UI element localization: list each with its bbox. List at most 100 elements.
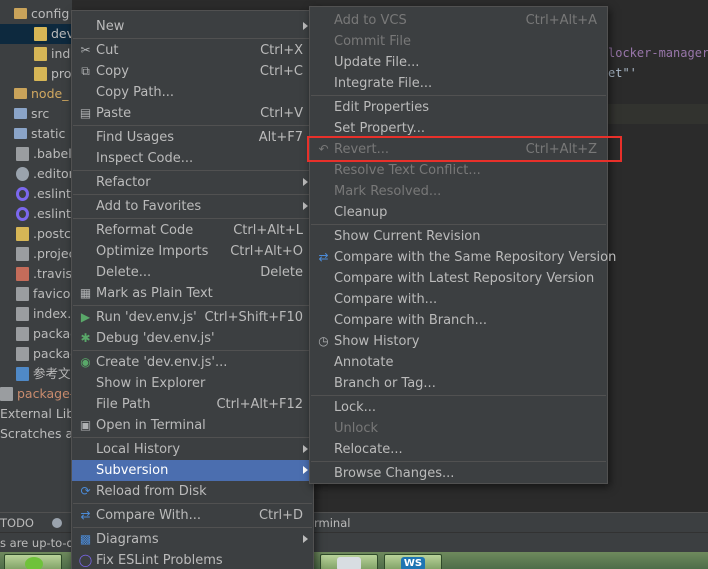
menu-item-cleanup[interactable]: Cleanup [310, 202, 607, 223]
menu-item-label: Paste [96, 106, 132, 121]
menu-item-mark-as-plain-text[interactable]: ▦ Mark as Plain Text [72, 283, 313, 304]
menu-separator [73, 503, 312, 504]
menu-item-shortcut: Ctrl+D [258, 508, 303, 523]
menu-item-refactor[interactable]: Refactor [72, 172, 313, 193]
tree-item-static[interactable]: static [0, 124, 65, 144]
menu-item-run-dev-env-js[interactable]: ▶ Run 'dev.env.js' Ctrl+Shift+F10 [72, 307, 313, 328]
menu-item-browse-changes[interactable]: Browse Changes... [310, 463, 607, 484]
menu-item-cut[interactable]: ✂ Cut Ctrl+X [72, 40, 313, 61]
menu-item-show-in-explorer[interactable]: Show in Explorer [72, 373, 313, 394]
tree-item-label: External Libr [0, 406, 72, 421]
menu-item-local-history[interactable]: Local History [72, 439, 313, 460]
tree-item-external-libr[interactable]: External Libr [0, 404, 72, 424]
tree-item-node[interactable]: node_ [0, 84, 68, 104]
menu-item-edit-properties[interactable]: Edit Properties [310, 97, 607, 118]
menu-item-open-in-terminal[interactable]: ▣ Open in Terminal [72, 415, 313, 436]
tree-item-ind[interactable]: ind [0, 44, 70, 64]
js-file-icon [34, 67, 47, 81]
todo-tab[interactable]: TODO [0, 513, 34, 533]
menu-item-compare-with[interactable]: ⇄ Compare With... Ctrl+D [72, 505, 313, 526]
menu-separator [311, 224, 606, 225]
menu-item-file-path[interactable]: File Path Ctrl+Alt+F12 [72, 394, 313, 415]
tree-item-travis[interactable]: .travis. [0, 264, 72, 284]
menu-item-inspect-code[interactable]: Inspect Code... [72, 148, 313, 169]
menu-item-branch-or-tag[interactable]: Branch or Tag... [310, 373, 607, 394]
tree-item-label: packag [33, 326, 72, 341]
tree-item-dev[interactable]: dev [0, 24, 72, 44]
folder-icon [14, 8, 27, 19]
menu-item-add-to-favorites[interactable]: Add to Favorites [72, 196, 313, 217]
tree-item-label: pro [51, 66, 72, 81]
menu-item-relocate[interactable]: Relocate... [310, 439, 607, 460]
menu-separator [73, 170, 312, 171]
menu-item-find-usages[interactable]: Find Usages Alt+F7 [72, 127, 313, 148]
tree-item-index-h[interactable]: index.h [0, 304, 72, 324]
menu-item-fix-eslint-problems[interactable]: ◯ Fix ESLint Problems [72, 550, 313, 569]
menu-item-update-file[interactable]: Update File... [310, 52, 607, 73]
menu-item-shortcut: Ctrl+Alt+F12 [216, 397, 303, 412]
tree-item-editor[interactable]: .editor [0, 164, 72, 184]
tree-item-src[interactable]: src [0, 104, 49, 124]
menu-item-create-dev-env-js[interactable]: ◉ Create 'dev.env.js'... [72, 352, 313, 373]
tree-item-babel[interactable]: .babel [0, 144, 72, 164]
tree-item-item[interactable]: 参考文 [0, 364, 71, 384]
menu-item-shortcut: Ctrl+Alt+L [233, 223, 303, 238]
menu-item-label: Revert... [334, 142, 389, 157]
tree-item-label: static [31, 126, 66, 141]
menu-item-label: Show Current Revision [334, 229, 481, 244]
app-face-icon [25, 557, 43, 569]
html-file-icon [16, 307, 29, 321]
menu-item-compare-with-branch[interactable]: Compare with Branch... [310, 310, 607, 331]
menu-item-lock[interactable]: Lock... [310, 397, 607, 418]
project-tree[interactable]: config dev ind pro node_ src static .babel .edit… [0, 0, 72, 512]
status-text: s are up-to-d [0, 536, 74, 550]
taskbar-app-button[interactable] [320, 554, 378, 569]
menu-item-subversion[interactable]: Subversion [72, 460, 313, 481]
tree-item-packag[interactable]: packag [0, 324, 72, 344]
menu-item-paste[interactable]: ▤ Paste Ctrl+V [72, 103, 313, 124]
menu-item-diagrams[interactable]: ▩ Diagrams [72, 529, 313, 550]
tree-item-config[interactable]: config [0, 4, 69, 24]
taskbar-app-button[interactable] [4, 554, 62, 569]
taskbar-webstorm-button[interactable]: WS [384, 554, 442, 569]
tree-item-favicor[interactable]: favicor [0, 284, 72, 304]
menu-item-label: Update File... [334, 55, 420, 70]
menu-item-new[interactable]: New [72, 16, 313, 37]
menu-item-label: Copy [96, 64, 129, 79]
tree-item-projec[interactable]: .projec [0, 244, 72, 264]
menu-item-copy[interactable]: ⧉ Copy Ctrl+C [72, 61, 313, 82]
diagram-icon: ▩ [79, 532, 92, 546]
menu-item-label: Integrate File... [334, 76, 433, 91]
menu-item-label: Lock... [334, 400, 377, 415]
menu-item-show-current-revision[interactable]: Show Current Revision [310, 226, 607, 247]
menu-separator [73, 437, 312, 438]
terminal-tab[interactable]: rminal [314, 513, 350, 533]
menu-item-set-property[interactable]: Set Property... [310, 118, 607, 139]
tree-item-postc[interactable]: .postc [0, 224, 71, 244]
menu-item-debug-dev-env-js[interactable]: ✱ Debug 'dev.env.js' [72, 328, 313, 349]
copy-icon: ⧉ [81, 64, 90, 78]
menu-item-reload-from-disk[interactable]: ⟳ Reload from Disk [72, 481, 313, 502]
menu-item-compare-with[interactable]: Compare with... [310, 289, 607, 310]
menu-item-compare-with-latest-repository-version[interactable]: Compare with Latest Repository Version [310, 268, 607, 289]
menu-item-compare-with-the-same-repository-version[interactable]: ⇄ Compare with the Same Repository Versio… [310, 247, 616, 268]
tree-item-packag[interactable]: packag [0, 344, 72, 364]
tree-item-package[interactable]: package- [0, 384, 72, 404]
tree-item-scratches-an[interactable]: Scratches an [0, 424, 72, 444]
menu-item-copy-path[interactable]: Copy Path... [72, 82, 313, 103]
paste-icon: ▤ [79, 106, 92, 120]
menu-item-delete[interactable]: Delete... Delete [72, 262, 313, 283]
tree-item-eslinti[interactable]: .eslinti [0, 184, 72, 204]
menu-item-reformat-code[interactable]: Reformat Code Ctrl+Alt+L [72, 220, 313, 241]
tree-item-label: index.h [33, 306, 72, 321]
menu-item-show-history[interactable]: ◷ Show History [310, 331, 607, 352]
menu-item-optimize-imports[interactable]: Optimize Imports Ctrl+Alt+O [72, 241, 313, 262]
tree-item-eslintr[interactable]: .eslintr [0, 204, 72, 224]
menu-item-shortcut: Ctrl+Alt+Z [525, 142, 597, 157]
menu-item-annotate[interactable]: Annotate [310, 352, 607, 373]
menu-item-label: Subversion [96, 463, 169, 478]
menu-item-integrate-file[interactable]: Integrate File... [310, 73, 607, 94]
submenu-arrow-icon [303, 178, 308, 186]
tree-item-pro[interactable]: pro [0, 64, 71, 84]
submenu-arrow-icon [303, 202, 308, 210]
